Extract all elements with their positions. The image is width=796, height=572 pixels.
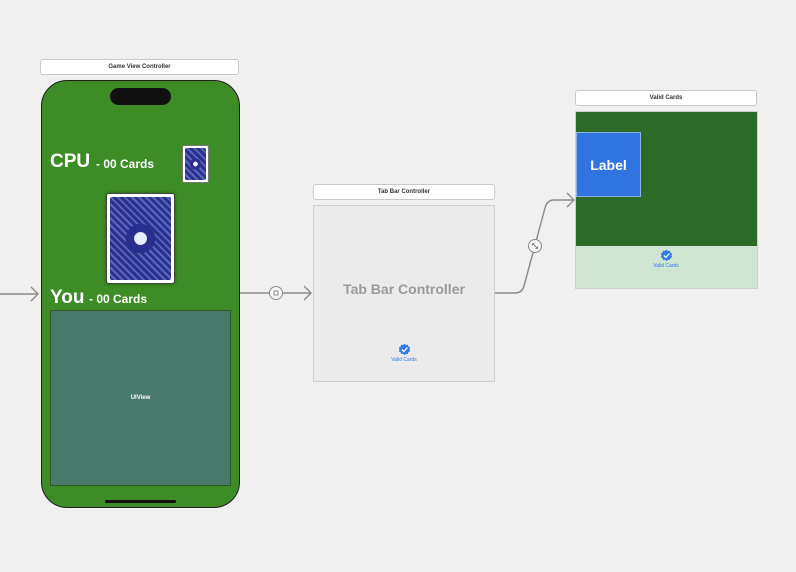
you-label[interactable]: You bbox=[50, 287, 84, 309]
scene-title: Tab Bar Controller bbox=[377, 189, 431, 195]
tab-bar-item-label: Valid Cards bbox=[653, 263, 679, 269]
valid-cards-view[interactable]: Label bbox=[576, 112, 757, 246]
checkmark-seal-icon bbox=[660, 249, 672, 262]
uiview-label: UIView bbox=[130, 395, 151, 401]
valid-cards-title-bar[interactable]: Valid Cards bbox=[575, 90, 757, 106]
tab-bar-item-valid-cards[interactable]: Valid Cards bbox=[652, 249, 680, 269]
valid-cards-scene[interactable]: Label Valid Cards bbox=[575, 111, 758, 289]
game-view-controller-scene[interactable]: CPU - 00 Cards You - 00 Cards UIView bbox=[41, 80, 240, 508]
tab-bar-controller-title-bar[interactable]: Tab Bar Controller bbox=[313, 184, 495, 200]
player-cards-uiview[interactable]: UIView bbox=[50, 310, 231, 486]
checkmark-seal-icon bbox=[398, 343, 410, 356]
view-controllers-segue-icon[interactable] bbox=[528, 239, 542, 253]
card-back-pattern bbox=[185, 148, 206, 180]
home-indicator bbox=[105, 500, 176, 503]
relationship-segue-icon[interactable] bbox=[269, 286, 283, 300]
cpu-card-count-label[interactable]: - 00 Cards bbox=[96, 157, 154, 171]
tab-bar-item-valid-cards[interactable]: Valid Cards bbox=[390, 343, 418, 363]
scene-title: Game View Controller bbox=[108, 64, 171, 70]
scene-title: Valid Cards bbox=[649, 95, 683, 101]
center-card-image[interactable] bbox=[106, 193, 175, 284]
tab-bar-item-label: Valid Cards bbox=[391, 357, 417, 363]
cpu-label[interactable]: CPU bbox=[50, 151, 90, 173]
device-notch bbox=[110, 88, 171, 105]
tab-bar-controller-scene[interactable]: Tab Bar Controller Valid Cards bbox=[313, 205, 495, 382]
cpu-card-image[interactable] bbox=[182, 145, 209, 183]
label-view[interactable]: Label bbox=[576, 132, 641, 197]
you-card-count-label[interactable]: - 00 Cards bbox=[89, 292, 147, 306]
game-view-controller-title-bar[interactable]: Game View Controller bbox=[40, 59, 239, 75]
label-text: Label bbox=[590, 156, 627, 173]
tab-bar-controller-placeholder: Tab Bar Controller bbox=[343, 281, 465, 297]
card-back-pattern bbox=[110, 197, 171, 280]
